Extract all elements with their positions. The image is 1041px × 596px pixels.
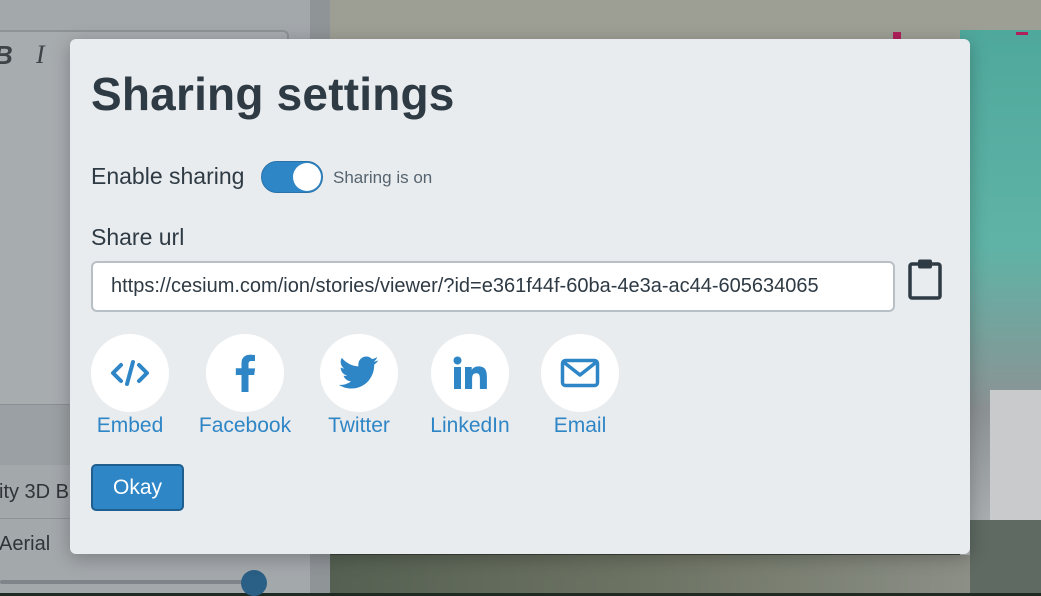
share-facebook-label: Facebook (198, 414, 292, 437)
share-email-label: Email (553, 414, 607, 437)
code-icon (111, 360, 149, 386)
share-embed-circle (91, 334, 169, 412)
layer-opacity-slider-thumb[interactable] (241, 570, 267, 596)
envelope-icon (560, 358, 600, 388)
layer-label: Aerial (0, 533, 51, 555)
share-url-label: Share url (91, 224, 185, 250)
sharing-status-text: Sharing is on (333, 168, 433, 187)
share-linkedin-circle (431, 334, 509, 412)
clipboard-icon (908, 259, 942, 300)
share-url-input[interactable] (91, 261, 895, 312)
share-email-circle (541, 334, 619, 412)
twitter-icon (339, 356, 379, 389)
share-twitter-label: Twitter (328, 414, 390, 437)
map-marker (1016, 32, 1028, 35)
share-embed-label: Embed (96, 414, 164, 437)
linkedin-icon (453, 356, 487, 389)
facebook-icon (235, 354, 256, 392)
dialog-title: Sharing settings (91, 68, 455, 120)
map-ground (330, 555, 970, 593)
toggle-knob (293, 163, 321, 191)
share-linkedin-label: LinkedIn (430, 414, 510, 437)
map-building (990, 390, 1041, 530)
map-building (970, 520, 1041, 593)
okay-button[interactable]: Okay (91, 464, 184, 511)
copy-url-button[interactable] (907, 258, 943, 300)
share-twitter-button[interactable]: Twitter (309, 334, 409, 438)
share-facebook-circle (206, 334, 284, 412)
share-embed-button[interactable]: Embed (80, 334, 180, 438)
italic-format-button[interactable]: I (36, 40, 45, 70)
share-twitter-circle (320, 334, 398, 412)
enable-sharing-toggle[interactable] (261, 161, 323, 193)
enable-sharing-label: Enable sharing (91, 163, 245, 189)
share-facebook-button[interactable]: Facebook (195, 334, 295, 438)
layer-label: ity 3D B (0, 481, 70, 503)
bold-format-button[interactable]: B (0, 40, 13, 71)
sharing-settings-dialog: Sharing settings Enable sharing Sharing … (70, 39, 970, 554)
share-linkedin-button[interactable]: LinkedIn (420, 334, 520, 438)
layer-opacity-slider-track[interactable] (0, 580, 255, 584)
share-email-button[interactable]: Email (530, 334, 630, 438)
